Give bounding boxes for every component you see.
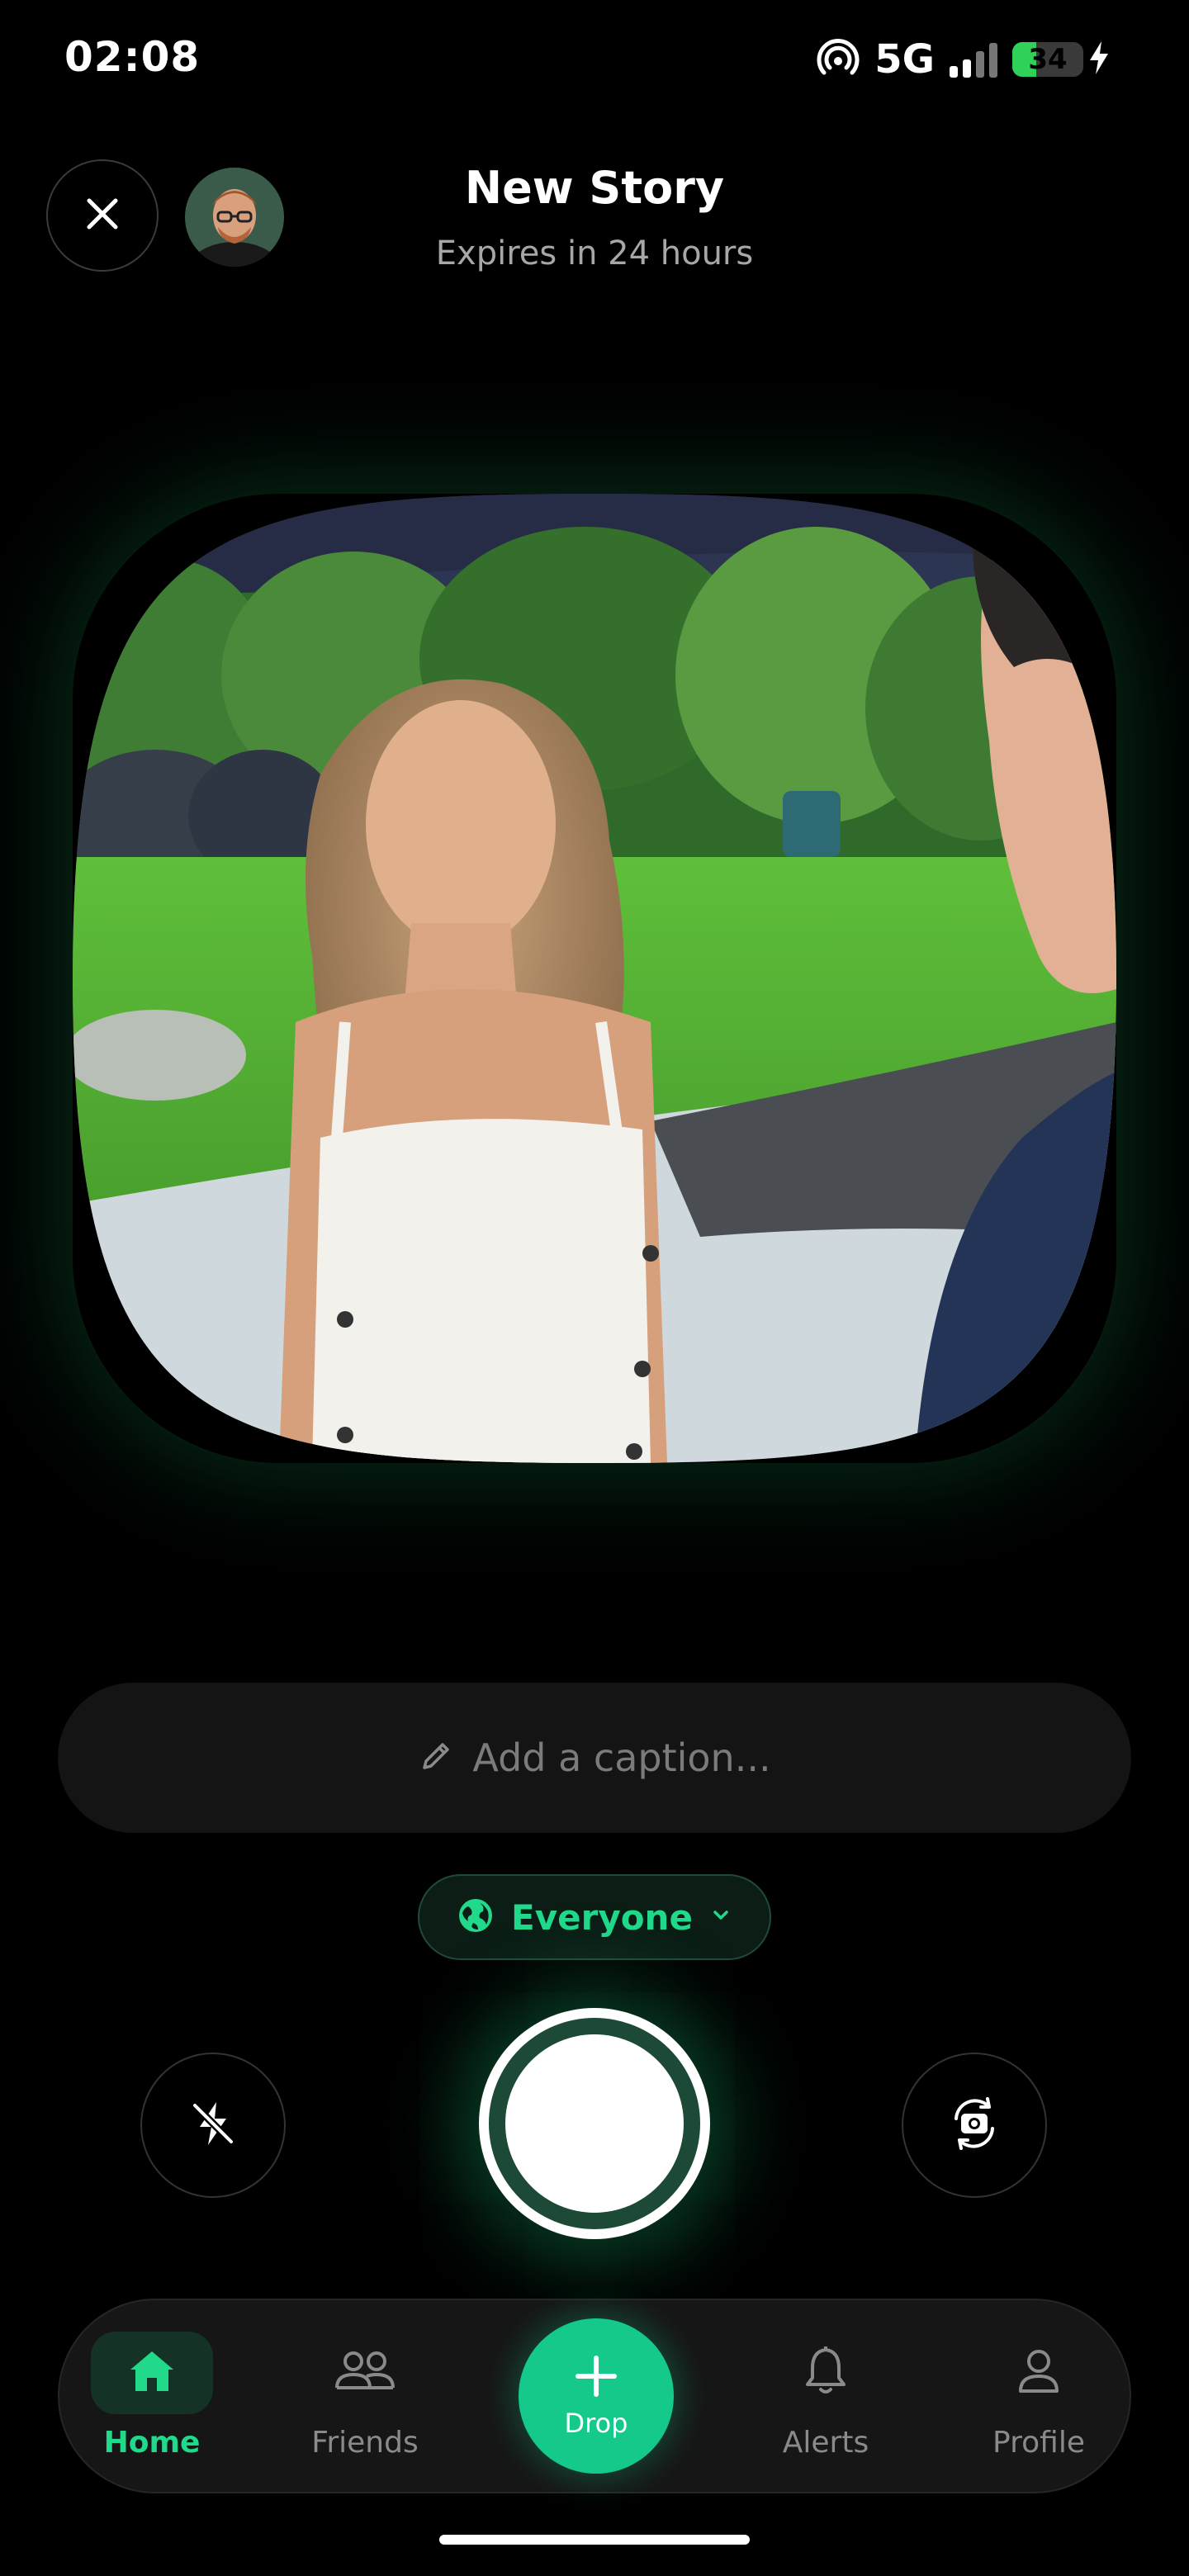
bolt-icon: [1088, 41, 1110, 78]
flash-off-icon: [187, 2097, 239, 2153]
caption-input[interactable]: Add a caption...: [58, 1683, 1131, 1833]
nav-item-alerts[interactable]: Alerts: [751, 2332, 900, 2460]
flash-toggle-button[interactable]: [140, 2053, 286, 2198]
status-bar: 02:08 5G 34: [0, 0, 1189, 116]
nav-label-profile: Profile: [992, 2426, 1085, 2460]
drop-label: Drop: [564, 2408, 628, 2439]
nav-item-home[interactable]: Home: [78, 2332, 226, 2460]
plus-icon: [573, 2353, 619, 2403]
hotspot-icon: [817, 36, 860, 83]
audience-label: Everyone: [511, 1896, 693, 1938]
friends-icon: [334, 2348, 396, 2398]
shutter-button[interactable]: [479, 2008, 710, 2239]
status-time: 02:08: [64, 33, 201, 81]
battery-level: 34: [1028, 43, 1068, 76]
caption-placeholder: Add a caption...: [472, 1735, 771, 1780]
chevron-down-icon: [709, 1904, 732, 1930]
page-subtitle: Expires in 24 hours: [435, 234, 754, 272]
nav-label-friends: Friends: [311, 2426, 419, 2460]
bottom-nav: Home Friends Drop Alerts Profile: [58, 2299, 1131, 2493]
battery-indicator: 34: [1012, 41, 1110, 78]
camera-preview[interactable]: [73, 494, 1116, 1463]
camera-flip-button[interactable]: [902, 2053, 1047, 2198]
page-title: New Story: [464, 162, 725, 214]
bell-icon: [803, 2345, 849, 2401]
profile-icon: [1016, 2346, 1062, 2399]
pencil-icon: [418, 1738, 454, 1778]
audience-selector[interactable]: Everyone: [418, 1874, 771, 1960]
home-icon: [126, 2346, 178, 2399]
network-label: 5G: [874, 36, 935, 83]
drop-button[interactable]: Drop: [519, 2318, 674, 2474]
home-indicator[interactable]: [439, 2535, 750, 2545]
globe-icon: [457, 1896, 495, 1938]
nav-label-alerts: Alerts: [782, 2426, 869, 2460]
status-icons: 5G 34: [817, 36, 1110, 83]
signal-strength-icon: [950, 41, 997, 78]
nav-item-friends[interactable]: Friends: [291, 2332, 439, 2460]
nav-item-profile[interactable]: Profile: [964, 2332, 1113, 2460]
nav-label-home: Home: [103, 2426, 201, 2460]
camera-flip-icon: [945, 2094, 1004, 2157]
